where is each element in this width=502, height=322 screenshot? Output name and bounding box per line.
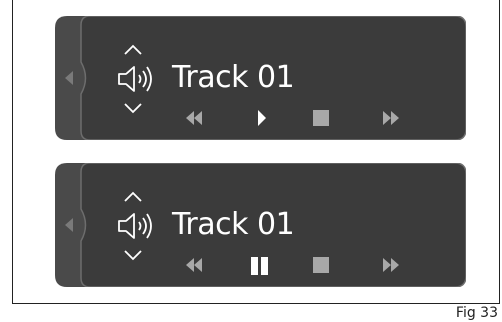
pause-icon[interactable] — [251, 257, 269, 275]
volume-down-icon[interactable] — [123, 102, 143, 114]
track-title: Track 01 — [172, 207, 295, 242]
rewind-icon[interactable] — [186, 258, 202, 272]
volume-up-icon[interactable] — [123, 44, 143, 56]
speaker-icon — [118, 213, 152, 239]
track-title: Track 01 — [172, 60, 295, 95]
figure-caption: Fig 33 — [451, 305, 498, 321]
stop-icon[interactable] — [313, 257, 329, 273]
back-chevron-icon[interactable] — [64, 70, 74, 86]
media-panel-2: Track 01 — [55, 163, 466, 287]
fast-forward-icon[interactable] — [383, 111, 399, 125]
media-panel-1: Track 01 — [55, 16, 466, 140]
speaker-icon — [118, 66, 152, 92]
stop-icon[interactable] — [313, 110, 329, 126]
back-chevron-icon[interactable] — [64, 217, 74, 233]
volume-up-icon[interactable] — [123, 191, 143, 203]
play-icon[interactable] — [257, 110, 267, 126]
rewind-icon[interactable] — [186, 111, 202, 125]
volume-down-icon[interactable] — [123, 249, 143, 261]
fast-forward-icon[interactable] — [383, 258, 399, 272]
